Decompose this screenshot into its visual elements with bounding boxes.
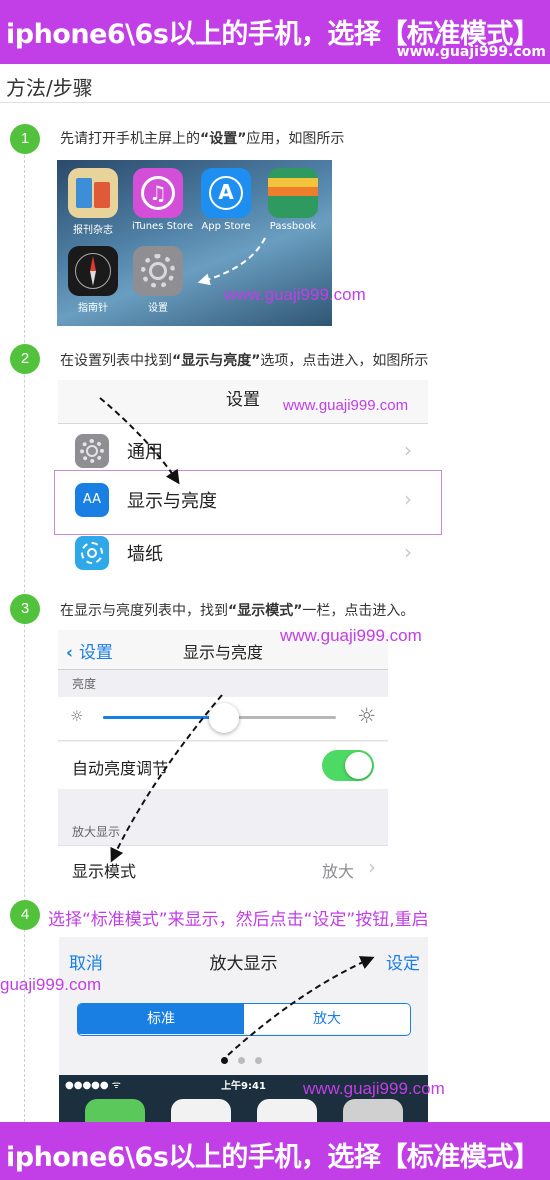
display-brightness-screen: ‹ 设置 显示与亮度 亮度 ☼ ☼ 自动亮度调节 放大显示 显示模式 放大 › xyxy=(58,630,388,888)
banner-title-bottom: iphone6\6s以上的手机，选择【标准模式】 xyxy=(6,1142,540,1173)
zoom-segmented-control: 标准 放大 xyxy=(77,1003,411,1036)
settings-icon xyxy=(133,246,183,296)
set-button[interactable]: 设定 xyxy=(386,949,420,974)
segment-zoomed[interactable]: 放大 xyxy=(244,1004,410,1034)
watermark-2: www.guaji999.com xyxy=(283,397,409,414)
itunes-icon: ♫ xyxy=(133,168,183,218)
section-title: 方法/步骤 xyxy=(6,76,93,100)
app-passbook[interactable]: Passbook xyxy=(267,168,319,232)
flower-icon xyxy=(75,536,109,570)
chevron-right-icon: › xyxy=(404,438,412,462)
chevron-right-icon: › xyxy=(404,540,412,564)
photos-icon xyxy=(257,1099,317,1122)
step-number-2: 2 xyxy=(10,344,40,374)
auto-brightness-label: 自动亮度调节 xyxy=(72,759,169,778)
bottom-banner: iphone6\6s以上的手机，选择【标准模式】 xyxy=(0,1122,550,1180)
watermark-3: www.guaji999.com xyxy=(280,626,422,645)
auto-brightness-row: 自动亮度调节 xyxy=(58,742,388,789)
highlight-box xyxy=(54,470,442,535)
watermark-4: guaji999.com xyxy=(0,975,102,994)
app-compass[interactable]: 指南针 xyxy=(67,246,119,314)
app-store-icon: A xyxy=(201,168,251,218)
auto-brightness-toggle[interactable] xyxy=(322,750,374,781)
step-3-text: 在显示与亮度列表中，找到“显示模式”一栏，点击进入。 xyxy=(60,603,415,619)
step-1-text: 先请打开手机主屏上的“设置”应用，如图所示 xyxy=(60,131,345,147)
newsstand-icon xyxy=(68,168,118,218)
banner-watermark: www.guaji999.com xyxy=(396,44,546,60)
page-dots xyxy=(172,316,217,326)
step-number-4: 4 xyxy=(10,900,40,930)
gear-icon xyxy=(75,434,109,468)
passbook-icon xyxy=(268,168,318,218)
zoom-section-header: 放大显示 xyxy=(72,825,121,839)
display-mode-row[interactable]: 显示模式 放大 › xyxy=(58,845,388,888)
messages-icon xyxy=(85,1099,145,1122)
zoom-title: 放大显示 xyxy=(209,954,278,974)
preview-page-dots xyxy=(221,1049,272,1068)
sun-large-icon: ☼ xyxy=(357,704,376,728)
display-mode-value: 放大 xyxy=(321,862,354,881)
compass-icon xyxy=(68,246,118,296)
step-number-3: 3 xyxy=(10,594,40,624)
step-4-text: 选择“标准模式”来显示，然后点击“设定”按钮,重启 xyxy=(48,910,429,930)
app-app-store[interactable]: A App Store xyxy=(200,168,252,232)
watermark-1: www.guaji999.com xyxy=(224,285,366,304)
top-banner: iphone6\6s以上的手机，选择【标准模式】 www.guaji999.co… xyxy=(0,0,550,64)
display-mode-label: 显示模式 xyxy=(72,862,137,881)
section-divider xyxy=(0,102,550,103)
chevron-right-icon: › xyxy=(368,855,376,879)
step-2-text: 在设置列表中找到“显示与亮度”选项，点击进入，如图所示 xyxy=(60,353,429,369)
step-number-1: 1 xyxy=(10,124,40,154)
sun-small-icon: ☼ xyxy=(70,707,84,725)
calendar-icon xyxy=(171,1099,231,1122)
app-newsstand[interactable]: 报刊杂志 xyxy=(67,168,119,236)
slider-fill xyxy=(103,716,225,719)
app-itunes[interactable]: ♫ iTunes Store xyxy=(132,168,193,232)
camera-icon xyxy=(343,1099,403,1122)
watermark-5: www.guaji999.com xyxy=(303,1079,445,1098)
brightness-section-header: 亮度 xyxy=(72,677,97,691)
segment-standard[interactable]: 标准 xyxy=(78,1004,244,1034)
app-settings[interactable]: 设置 xyxy=(132,246,184,314)
brightness-row: ☼ ☼ xyxy=(58,697,388,741)
slider-thumb[interactable] xyxy=(209,703,240,733)
